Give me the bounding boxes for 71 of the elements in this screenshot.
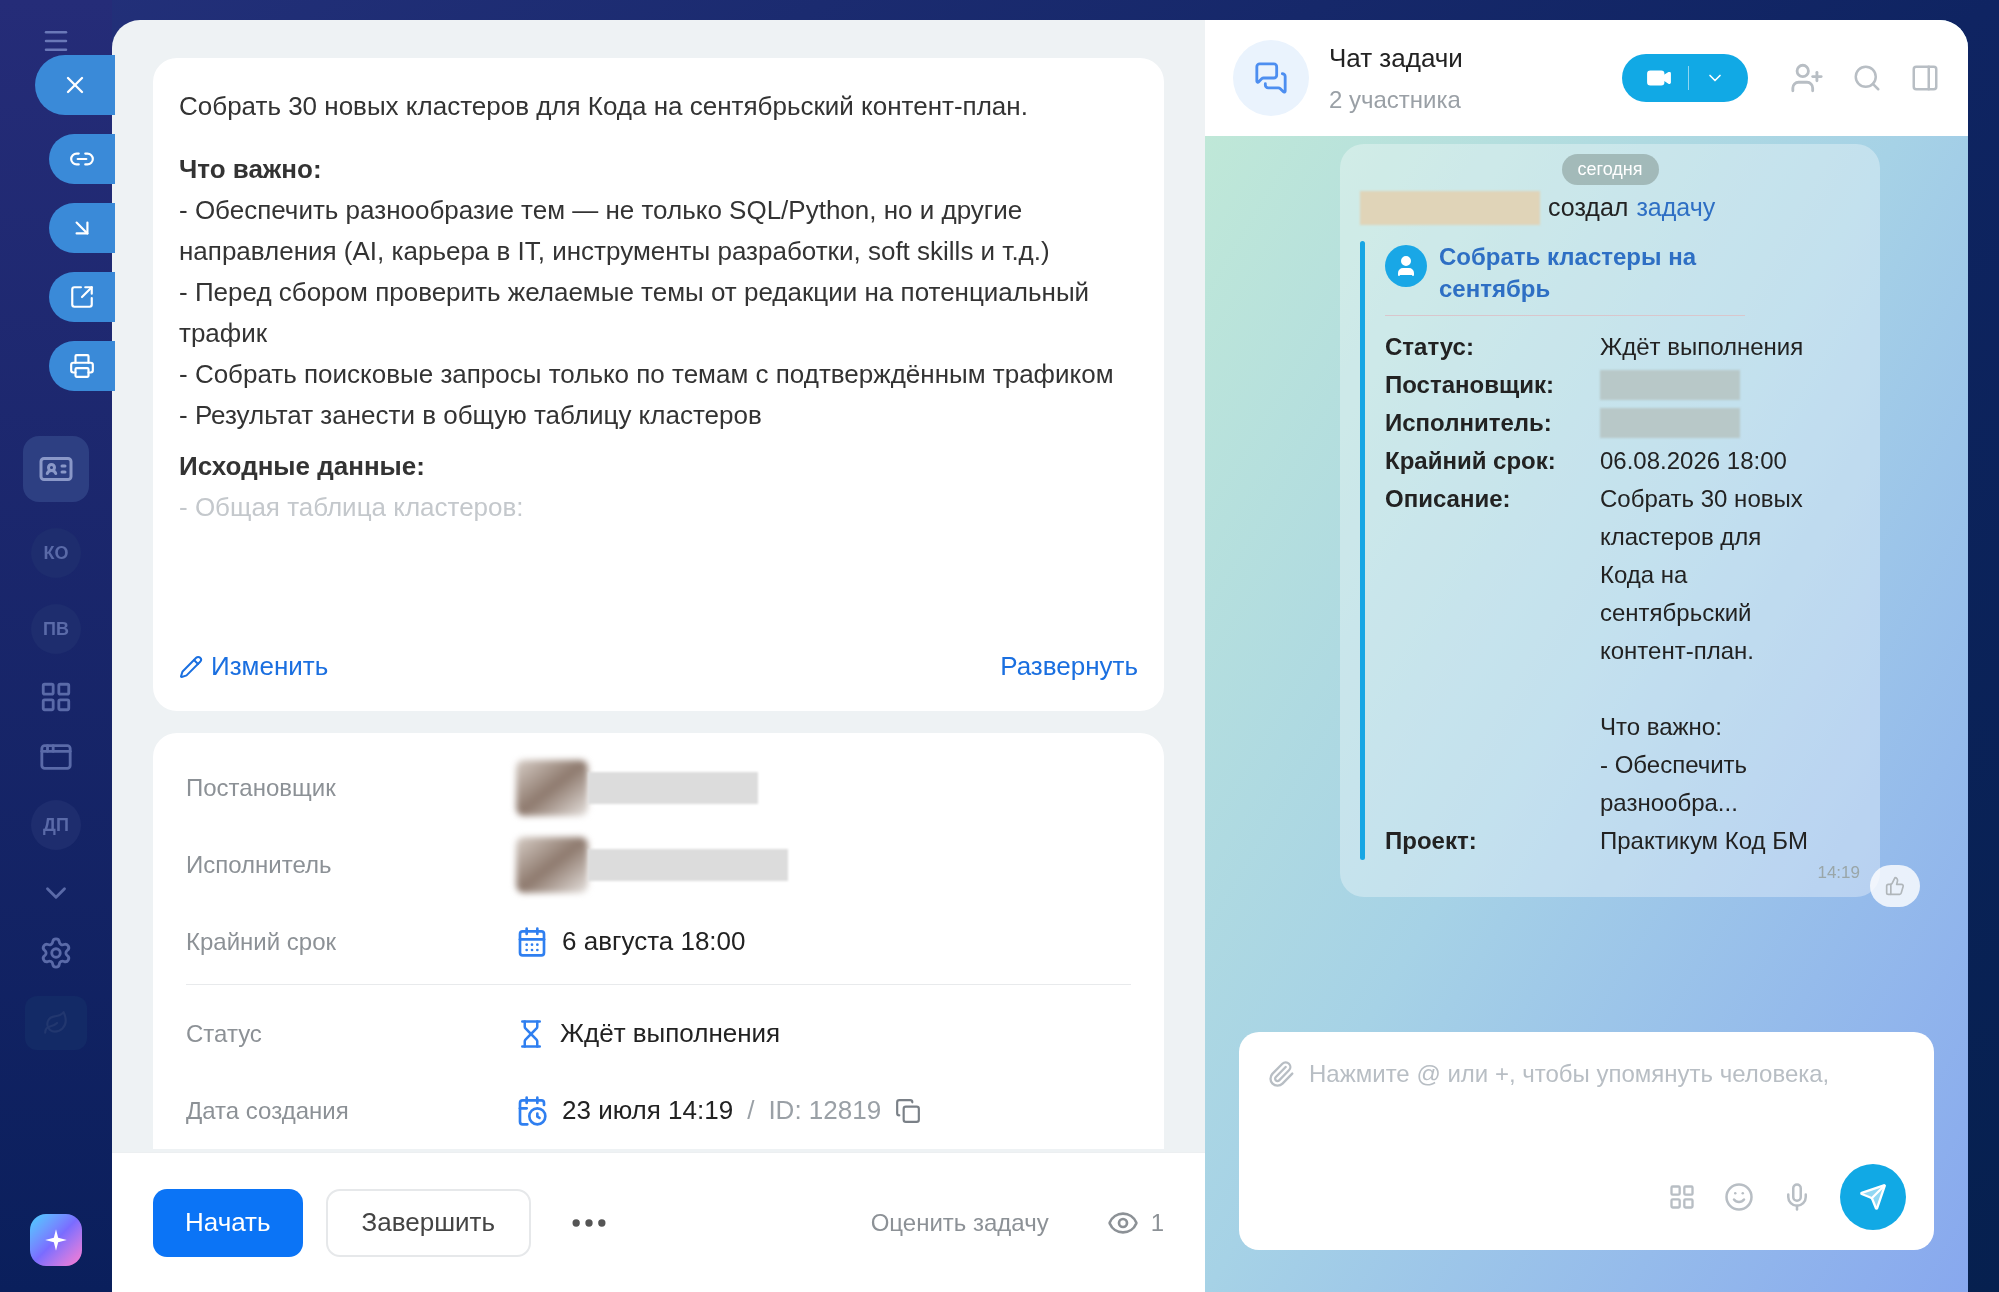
external-link-icon: [69, 284, 95, 310]
date-pill: сегодня: [1561, 154, 1659, 185]
task-id: ID: 12819: [768, 1094, 882, 1127]
video-call-button[interactable]: [1622, 54, 1748, 102]
finish-button[interactable]: Завершить: [325, 1188, 531, 1257]
close-button[interactable]: [35, 55, 115, 115]
thumbs-up-icon: [1885, 876, 1905, 896]
expand-link[interactable]: Развернуть: [1000, 646, 1138, 687]
field-label: Проект:: [1385, 825, 1478, 856]
field-label: Статус:: [1385, 331, 1475, 362]
pencil-icon: [179, 654, 203, 679]
apps-icon[interactable]: [1668, 1183, 1696, 1211]
field-label: Постановщик:: [1385, 369, 1555, 400]
emoji-icon[interactable]: [1724, 1182, 1754, 1212]
field-label: Крайний срок: [186, 926, 337, 957]
message-field[interactable]: Нажмите @ или +, чтобы упомянуть человека,: [1309, 1056, 1906, 1092]
rate-task-button[interactable]: Оценить задачу: [870, 1204, 1049, 1241]
download-button[interactable]: [49, 203, 115, 253]
description-line: - Обеспечить разнообразие тем — не только SQL/Python, но и другие направления (AI, карьера в IT, инструменты разработки, soft skills и т.д.): [179, 194, 1051, 268]
link-button[interactable]: [49, 134, 115, 184]
status-value: Ждёт выполнения: [560, 1017, 781, 1050]
field-label: Крайний срок:: [1385, 445, 1557, 476]
description-line: - Результат занести в общую таблицу кластеров: [179, 399, 763, 432]
chat-title: Чат задачи: [1329, 41, 1463, 75]
sidebar-avatar[interactable]: ПВ: [31, 604, 81, 654]
edit-link[interactable]: Изменить: [179, 646, 329, 687]
like-button[interactable]: [1870, 865, 1920, 907]
open-external-button[interactable]: [49, 272, 115, 322]
sidebar-avatar[interactable]: КО: [31, 528, 81, 578]
attach-icon[interactable]: [1267, 1060, 1295, 1088]
printer-icon: [69, 353, 95, 379]
field-label: Дата создания: [186, 1095, 350, 1126]
print-button[interactable]: [49, 341, 115, 391]
section-heading: Что важно:: [179, 153, 323, 186]
send-icon: [1859, 1183, 1887, 1211]
description-line: - Общая таблица кластеров:: [179, 491, 525, 524]
field-value: Практикум Код БМ: [1600, 825, 1809, 856]
calendar-clock-icon: [516, 1094, 548, 1127]
task-title-link[interactable]: Собрать кластеры на сентябрь: [1439, 240, 1739, 305]
field-label: Исполнитель:: [1385, 407, 1553, 438]
description-line: - Перед сбором проверить желаемые темы от редакции на потенциальный трафик: [179, 276, 1091, 350]
field-value: 06.08.2026 18:00: [1600, 445, 1788, 476]
description-text: Собрать 30 новых кластеров для Кода на сентябрьский контент-план.: [179, 90, 1029, 123]
action-text: создал: [1548, 192, 1629, 223]
created-value: 23 июля 14:19: [562, 1094, 734, 1127]
grid-icon[interactable]: [39, 680, 73, 714]
description-line: - Собрать поисковые запросы только по темам с подтверждённым трафиком: [179, 358, 1115, 391]
side-panel-icon[interactable]: [1910, 63, 1940, 93]
calendar-icon: [516, 925, 548, 958]
field-value: Собрать 30 новых кластеров для Кода на сентябрьский контент-план. Что важно: - Обеспечить разнообра...: [1600, 483, 1804, 818]
sidebar-avatar[interactable]: ДП: [31, 800, 81, 850]
view-count: 1: [1150, 1207, 1164, 1238]
message-time: 14:19: [1817, 861, 1860, 884]
field-label: Статус: [186, 1018, 263, 1049]
field-label: Постановщик: [186, 772, 337, 803]
sidebar-tile[interactable]: [23, 436, 89, 502]
field-label: Исполнитель: [186, 849, 333, 880]
add-user-icon[interactable]: [1790, 61, 1824, 95]
chat-subtitle: 2 участника: [1329, 84, 1462, 115]
search-icon[interactable]: [1852, 63, 1882, 93]
chat-bubbles-icon: [1254, 61, 1288, 95]
slash-separator: /: [747, 1094, 755, 1127]
start-button[interactable]: Начать: [153, 1188, 303, 1257]
field-value: Ждёт выполнения: [1600, 331, 1805, 362]
copy-icon[interactable]: [895, 1097, 922, 1124]
app-logo-icon[interactable]: [30, 1214, 82, 1266]
deadline-value[interactable]: 6 августа 18:00: [562, 922, 746, 961]
field-label: Описание:: [1385, 483, 1512, 514]
section-heading: Исходные данные:: [179, 450, 426, 483]
settings-icon[interactable]: [39, 936, 73, 970]
task-link[interactable]: задачу: [1636, 189, 1716, 227]
